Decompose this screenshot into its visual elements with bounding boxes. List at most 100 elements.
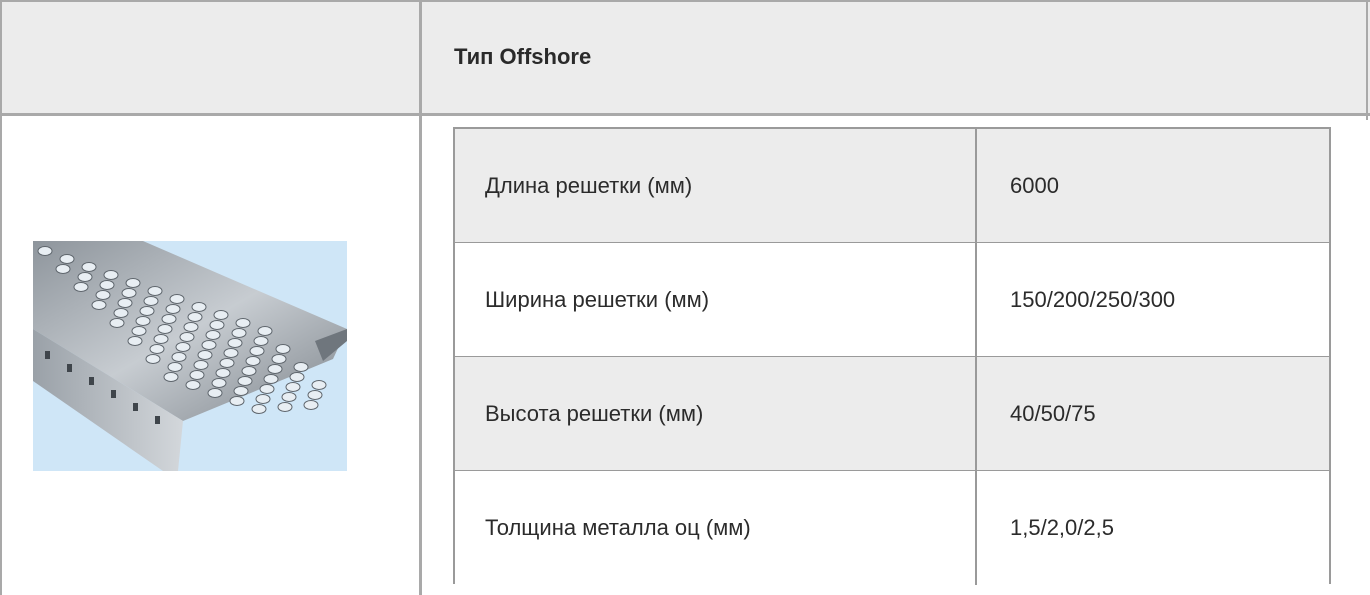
perforation-hole bbox=[73, 282, 89, 292]
perforation-hole bbox=[207, 388, 223, 398]
perforation-hole bbox=[99, 280, 115, 290]
perforation-hole bbox=[169, 294, 185, 304]
perforation-hole bbox=[131, 326, 147, 336]
spec-label-width: Ширина решетки (мм) bbox=[485, 287, 710, 312]
table-row: Ширина решетки (мм) 150/200/250/300 bbox=[455, 243, 1329, 358]
perforation-hole bbox=[165, 304, 181, 314]
perforation-hole bbox=[153, 334, 169, 344]
perforation-hole bbox=[103, 270, 119, 280]
perforation-hole bbox=[285, 382, 301, 392]
spec-label-height: Высота решетки (мм) bbox=[485, 401, 704, 426]
perforation-hole bbox=[249, 346, 265, 356]
perforation-hole bbox=[245, 356, 261, 366]
perforation-hole bbox=[157, 324, 173, 334]
perforation-hole bbox=[201, 340, 217, 350]
perforation-hole bbox=[191, 302, 207, 312]
perforation-hole bbox=[231, 328, 247, 338]
perforation-hole bbox=[175, 342, 191, 352]
perforation-hole bbox=[117, 298, 133, 308]
side-slot bbox=[133, 403, 138, 411]
perforation-hole bbox=[255, 394, 271, 404]
perforation-hole bbox=[193, 360, 209, 370]
perforation-hole bbox=[125, 278, 141, 288]
perforation-hole bbox=[189, 370, 205, 380]
perforation-hole bbox=[267, 364, 283, 374]
perforation-hole bbox=[145, 354, 161, 364]
perforated-cable-tray-image bbox=[33, 241, 347, 471]
perforation-hole bbox=[171, 352, 187, 362]
header-bottom-border bbox=[0, 113, 1370, 116]
perforation-hole bbox=[135, 316, 151, 326]
perforation-hole bbox=[251, 404, 267, 414]
perforation-hole bbox=[303, 400, 319, 410]
perforation-hole bbox=[121, 288, 137, 298]
left-border bbox=[0, 0, 2, 595]
column-divider bbox=[419, 0, 422, 595]
perforation-hole bbox=[213, 310, 229, 320]
cell-divider bbox=[975, 471, 977, 585]
perforation-hole bbox=[257, 326, 273, 336]
perforation-hole bbox=[307, 390, 323, 400]
spec-label-length: Длина решетки (мм) bbox=[485, 173, 693, 198]
perforation-hole bbox=[311, 380, 327, 390]
cable-tray-illustration bbox=[33, 241, 347, 471]
perforation-hole bbox=[77, 272, 93, 282]
perforation-hole bbox=[143, 296, 159, 306]
perforation-hole bbox=[293, 362, 309, 372]
perforation-hole bbox=[197, 350, 213, 360]
perforation-hole bbox=[235, 318, 251, 328]
cell-divider bbox=[975, 129, 977, 243]
perforation-hole bbox=[277, 402, 293, 412]
side-slot bbox=[89, 377, 94, 385]
table-row: Высота решетки (мм) 40/50/75 bbox=[455, 357, 1329, 472]
document-page: Тип Offshore Длина решетки (мм) 6000 Шир… bbox=[0, 0, 1370, 595]
table-row: Толщина металла оц (мм) 1,5/2,0/2,5 bbox=[455, 471, 1329, 585]
perforation-hole bbox=[215, 368, 231, 378]
spec-value-length: 6000 bbox=[1010, 173, 1059, 198]
perforation-hole bbox=[81, 262, 97, 272]
perforation-hole bbox=[147, 286, 163, 296]
side-slot bbox=[155, 416, 160, 424]
perforation-hole bbox=[205, 330, 221, 340]
perforation-hole bbox=[163, 372, 179, 382]
perforation-hole bbox=[289, 372, 305, 382]
perforation-hole bbox=[263, 374, 279, 384]
perforation-hole bbox=[233, 386, 249, 396]
side-slot bbox=[111, 390, 116, 398]
perforation-hole bbox=[259, 384, 275, 394]
perforation-hole bbox=[179, 332, 195, 342]
side-slot bbox=[67, 364, 72, 372]
perforation-hole bbox=[127, 336, 143, 346]
perforation-hole bbox=[223, 348, 239, 358]
table-row: Длина решетки (мм) 6000 bbox=[455, 129, 1329, 244]
cell-divider bbox=[975, 357, 977, 471]
perforation-hole bbox=[113, 308, 129, 318]
spec-table: Длина решетки (мм) 6000 Ширина решетки (… bbox=[453, 127, 1331, 585]
perforation-hole bbox=[91, 300, 107, 310]
spec-label-thickness: Толщина металла оц (мм) bbox=[485, 515, 751, 540]
perforation-hole bbox=[219, 358, 235, 368]
spec-value-height: 40/50/75 bbox=[1010, 401, 1096, 426]
perforation-hole bbox=[253, 336, 269, 346]
perforation-hole bbox=[37, 246, 53, 256]
perforation-hole bbox=[109, 318, 125, 328]
perforation-hole bbox=[229, 396, 245, 406]
right-border bbox=[1366, 0, 1368, 120]
perforation-hole bbox=[139, 306, 155, 316]
perforation-hole bbox=[211, 378, 227, 388]
perforation-hole bbox=[271, 354, 287, 364]
perforation-hole bbox=[241, 366, 257, 376]
perforation-hole bbox=[187, 312, 203, 322]
side-slot bbox=[45, 351, 50, 359]
perforation-hole bbox=[275, 344, 291, 354]
cell-divider bbox=[975, 243, 977, 357]
perforation-hole bbox=[55, 264, 71, 274]
perforation-hole bbox=[183, 322, 199, 332]
page-title: Тип Offshore bbox=[454, 44, 592, 69]
perforation-hole bbox=[227, 338, 243, 348]
top-border bbox=[0, 0, 1370, 2]
spec-value-thickness: 1,5/2,0/2,5 bbox=[1010, 515, 1114, 540]
perforation-hole bbox=[209, 320, 225, 330]
perforation-hole bbox=[167, 362, 183, 372]
perforation-hole bbox=[161, 314, 177, 324]
